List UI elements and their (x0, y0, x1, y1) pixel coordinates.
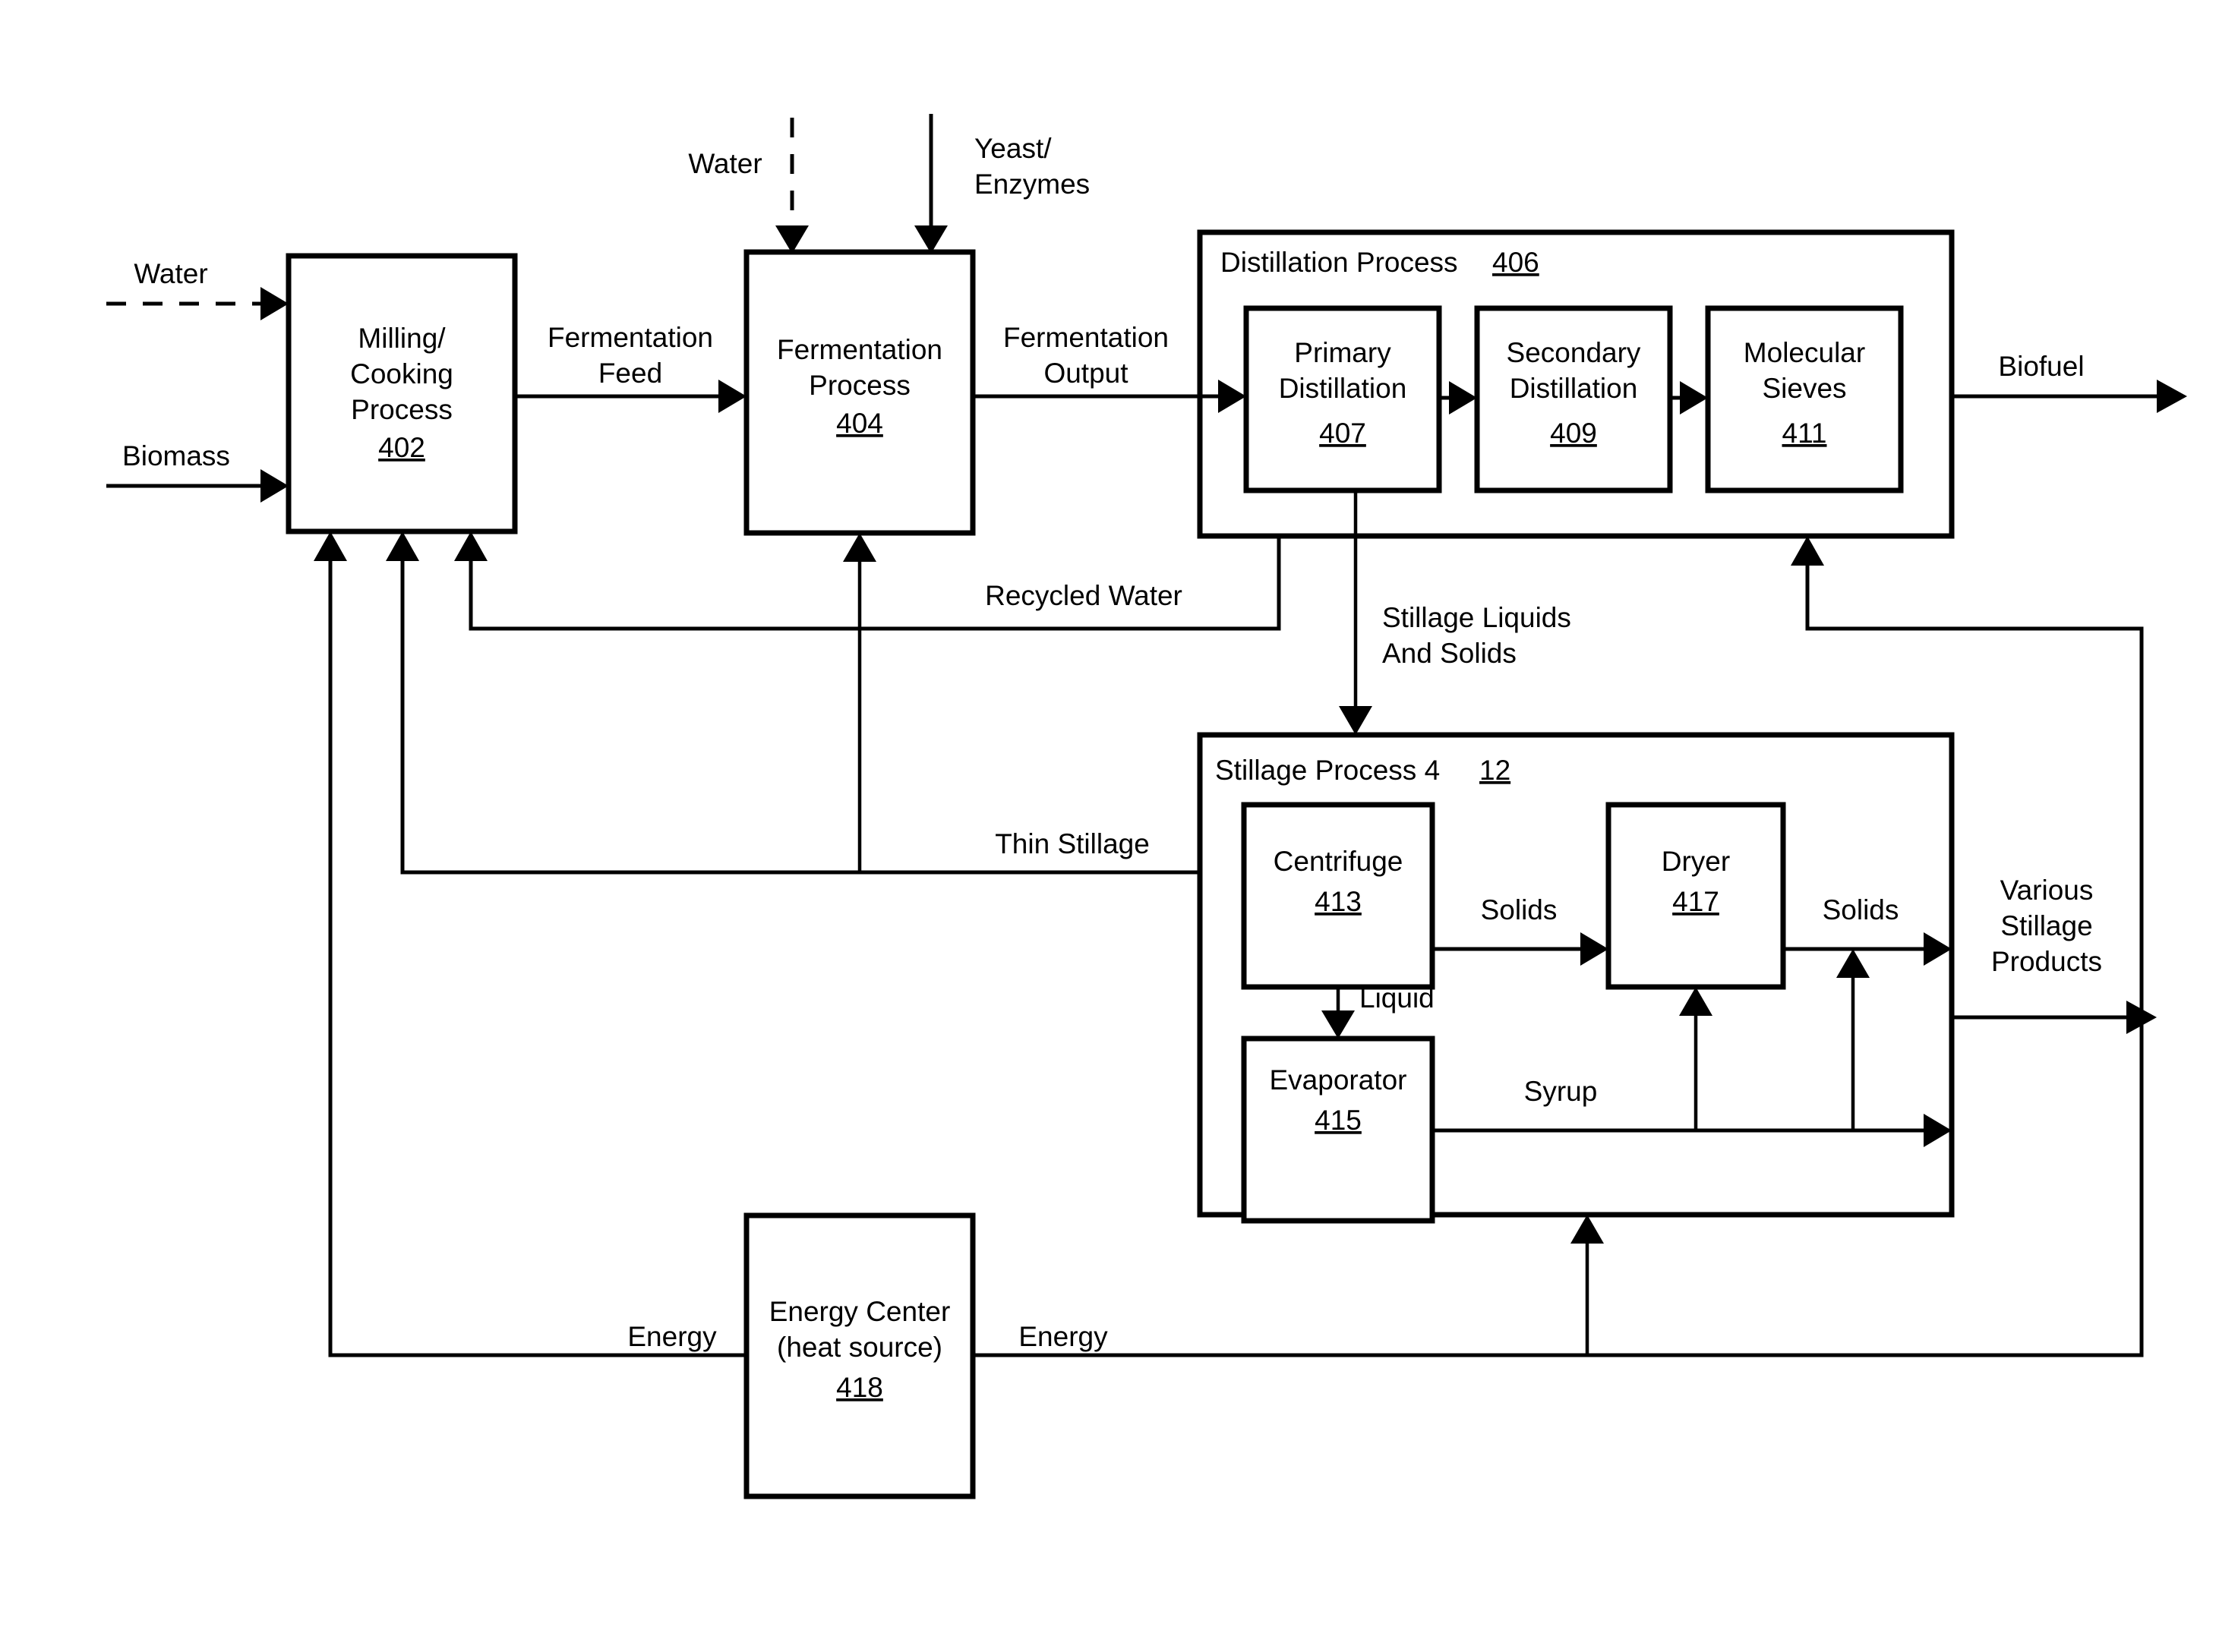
recycled-water-label: Recycled Water (985, 580, 1182, 611)
centrifuge-label: Centrifuge (1274, 846, 1403, 877)
energy-center-box[interactable]: Energy Center (heat source) 418 (743, 1212, 976, 1499)
water-input-arrow: Water (106, 258, 289, 320)
biomass-input-arrow: Biomass (106, 440, 289, 503)
fermentation-feed-label-line1: Fermentation (548, 322, 713, 353)
milling-cooking-process-label-line3: Process (351, 394, 453, 425)
water-fermentation-arrow: Water (688, 118, 809, 254)
thin-stillage-to-fermentation-branch (843, 533, 876, 872)
energy-left-label: Energy (627, 1321, 717, 1352)
milling-cooking-process-box[interactable]: Milling/ Cooking Process 402 (286, 253, 518, 534)
energy-to-stillage-branch (1570, 1215, 1604, 1355)
stillage-liquids-label-line1: Stillage Liquids (1382, 602, 1571, 633)
various-stillage-products-label-line3: Products (1991, 946, 2102, 977)
evaporator-box[interactable]: Evaporator 415 (1241, 1036, 1435, 1224)
process-flow-diagram: Milling/ Cooking Process 402 Fermentatio… (0, 0, 2238, 1652)
distillation-process-group[interactable]: Distillation Process 406 Primary Distill… (1197, 229, 1955, 539)
molecular-sieves-label-line1: Molecular (1744, 337, 1865, 368)
primary-distillation-box[interactable]: Primary Distillation 407 (1243, 305, 1442, 493)
energy-center-ref: 418 (836, 1372, 883, 1403)
primary-distillation-label-line2: Distillation (1279, 373, 1407, 404)
water-fermentation-label: Water (688, 148, 762, 179)
molecular-sieves-ref: 411 (1782, 418, 1827, 449)
molecular-sieves-box[interactable]: Molecular Sieves 411 (1705, 305, 1904, 493)
stillage-process-ref: 12 (1479, 755, 1510, 786)
yeast-enzymes-label-line2: Enzymes (974, 169, 1090, 200)
fermentation-output-label-line2: Output (1043, 358, 1128, 389)
molecular-sieves-label-line2: Sieves (1762, 373, 1846, 404)
various-stillage-products-label-line1: Various (2000, 875, 2094, 906)
stillage-liquids-label-line2: And Solids (1382, 638, 1517, 669)
distillation-process-ref: 406 (1492, 247, 1539, 278)
biomass-input-label: Biomass (122, 440, 230, 471)
fermentation-feed-arrow: Fermentation Feed (515, 322, 747, 413)
fermentation-process-ref: 404 (836, 408, 883, 439)
fermentation-process-label-line1: Fermentation (777, 334, 942, 365)
energy-center-label-line2: (heat source) (777, 1332, 942, 1363)
evaporator-label: Evaporator (1270, 1064, 1407, 1096)
stillage-process-label: Stillage Process 4 (1215, 755, 1440, 786)
various-stillage-products-label-line2: Stillage (2000, 910, 2092, 941)
energy-center-label-line1: Energy Center (769, 1296, 951, 1327)
distillation-process-label: Distillation Process (1220, 247, 1458, 278)
dryer-solids-label: Solids (1823, 894, 1899, 925)
fermentation-process-box[interactable]: Fermentation Process 404 (743, 249, 976, 536)
water-input-label: Water (134, 258, 207, 289)
secondary-distillation-label-line1: Secondary (1507, 337, 1641, 368)
yeast-enzymes-arrow: Yeast/ Enzymes (914, 114, 1090, 254)
secondary-distillation-label-line2: Distillation (1510, 373, 1638, 404)
primary-distillation-label-line1: Primary (1294, 337, 1391, 368)
yeast-enzymes-label-line1: Yeast/ (974, 133, 1052, 164)
dryer-ref: 417 (1672, 886, 1719, 917)
biofuel-output-label: Biofuel (1998, 351, 2084, 382)
fermentation-feed-label-line2: Feed (598, 358, 662, 389)
centrifuge-box[interactable]: Centrifuge 413 (1241, 802, 1435, 990)
secondary-distillation-ref: 409 (1550, 418, 1597, 449)
dryer-box[interactable]: Dryer 417 (1605, 802, 1786, 990)
flow-diagram-canvas: Milling/ Cooking Process 402 Fermentatio… (106, 114, 2187, 1499)
centrifuge-liquid-label: Liquid (1359, 982, 1435, 1014)
evaporator-ref: 415 (1315, 1105, 1362, 1136)
various-stillage-products-arrow: Various Stillage Products (1952, 875, 2157, 1034)
milling-cooking-process-label-line1: Milling/ (358, 323, 446, 354)
centrifuge-ref: 413 (1315, 886, 1362, 917)
centrifuge-solids-label: Solids (1481, 894, 1558, 925)
primary-distillation-ref: 407 (1319, 418, 1366, 449)
dryer-label: Dryer (1662, 846, 1730, 877)
energy-left-path: Energy (314, 531, 747, 1357)
fermentation-process-label-line2: Process (809, 370, 911, 401)
biofuel-output-arrow: Biofuel (1952, 351, 2187, 413)
energy-right-label: Energy (1018, 1321, 1108, 1352)
fermentation-output-label-line1: Fermentation (1003, 322, 1169, 353)
milling-cooking-process-ref: 402 (378, 432, 425, 463)
milling-cooking-process-label-line2: Cooking (350, 358, 453, 389)
thin-stillage-label: Thin Stillage (995, 828, 1150, 859)
evaporator-syrup-label: Syrup (1524, 1076, 1598, 1107)
secondary-distillation-box[interactable]: Secondary Distillation 409 (1474, 305, 1673, 493)
